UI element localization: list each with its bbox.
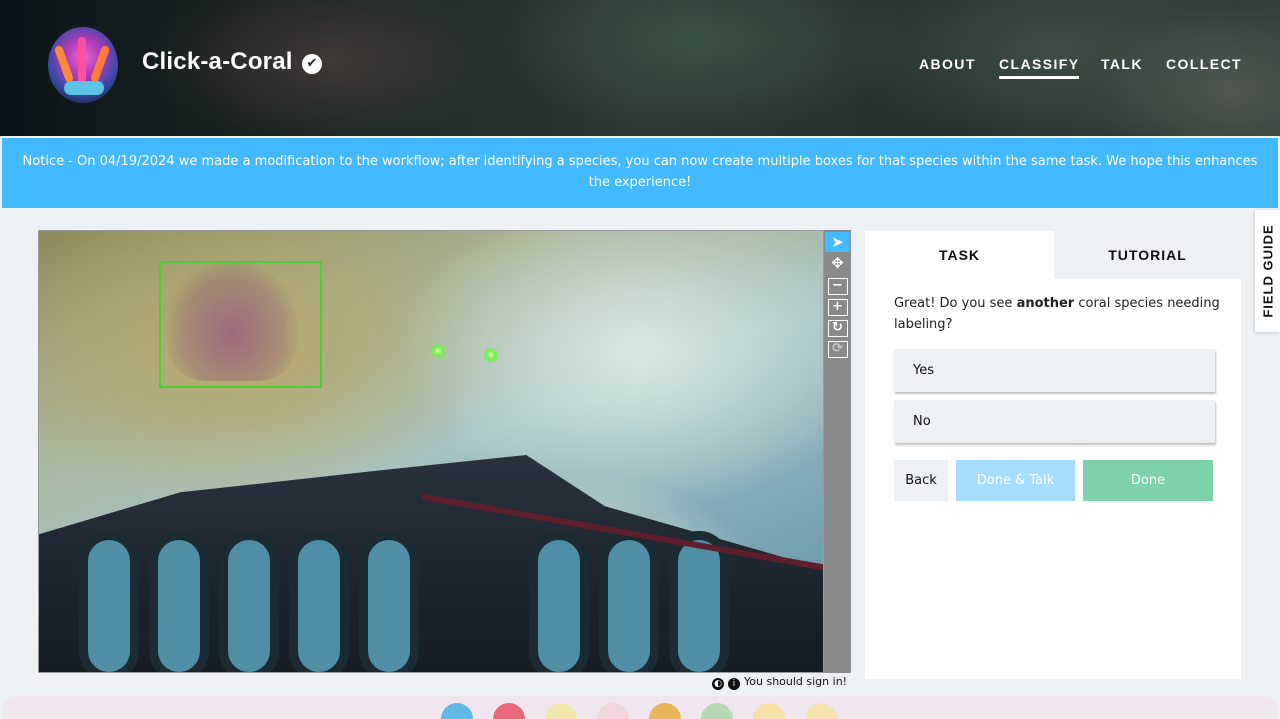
- move-tool-glyph: ✥: [831, 254, 844, 272]
- annotate-tool-glyph: ➤: [831, 233, 844, 251]
- rov-hose: [529, 531, 589, 672]
- task-question: Great! Do you see another coral species …: [894, 293, 1224, 335]
- back-button[interactable]: Back: [894, 460, 948, 501]
- rov-hose: [219, 531, 279, 672]
- tab-tutorial[interactable]: TUTORIAL: [1054, 231, 1241, 279]
- move-icon[interactable]: ✥: [825, 253, 850, 273]
- nav-talk[interactable]: TALK: [1101, 56, 1143, 72]
- viewer-toolbar: ➤ ✥ − + ↻ ⟳: [824, 230, 851, 673]
- laser-dot: [430, 343, 446, 359]
- question-prefix: Great! Do you see: [894, 296, 1017, 311]
- viewer-footer: ◐ i You should sign in!: [712, 675, 847, 690]
- rotate-icon[interactable]: ↻: [825, 316, 850, 337]
- sign-in-prompt[interactable]: You should sign in!: [744, 675, 847, 688]
- laser-dot: [483, 347, 499, 363]
- reset-glyph: ⟳: [827, 341, 848, 358]
- rov-hose: [359, 531, 419, 672]
- rov-hose: [149, 531, 209, 672]
- zoom-out-glyph: −: [827, 278, 848, 295]
- rotate-glyph: ↻: [827, 320, 848, 337]
- info-icon[interactable]: i: [728, 678, 740, 690]
- minus-icon[interactable]: −: [825, 274, 850, 295]
- project-logo[interactable]: [48, 27, 118, 103]
- invert-icon[interactable]: ◐: [712, 678, 724, 690]
- project-title[interactable]: Click-a-Coral: [142, 48, 293, 76]
- notice-text: Notice - On 04/19/2024 we made a modific…: [22, 154, 1258, 190]
- field-guide-tab[interactable]: FIELD GUIDE: [1255, 210, 1280, 332]
- nav-collect[interactable]: COLLECT: [1166, 56, 1242, 72]
- rov-hose: [79, 531, 139, 672]
- annotation-box[interactable]: [159, 261, 322, 388]
- task-panel: TASK TUTORIAL Great! Do you see another …: [865, 231, 1241, 679]
- answer-no-button[interactable]: No: [894, 400, 1215, 443]
- zoom-in-glyph: +: [827, 299, 848, 316]
- notice-banner: Notice - On 04/19/2024 we made a modific…: [2, 138, 1278, 208]
- done-and-talk-button[interactable]: Done & Talk: [956, 460, 1075, 501]
- nav-classify[interactable]: CLASSIFY: [999, 56, 1080, 79]
- nav-about[interactable]: ABOUT: [919, 56, 976, 72]
- site-header: Click-a-Coral ✔ ABOUT CLASSIFY TALK COLL…: [0, 0, 1280, 136]
- plus-icon[interactable]: +: [825, 295, 850, 316]
- question-emphasis: another: [1016, 296, 1075, 311]
- done-button[interactable]: Done: [1083, 460, 1213, 501]
- field-guide-label: FIELD GUIDE: [1260, 224, 1275, 318]
- taskbar-dock: [2, 696, 1278, 719]
- rov-hose: [289, 531, 349, 672]
- cursor-icon[interactable]: ➤: [825, 232, 850, 252]
- subject-image[interactable]: [38, 230, 824, 673]
- reset-icon[interactable]: ⟳: [825, 337, 850, 358]
- tab-task[interactable]: TASK: [865, 231, 1054, 279]
- verified-badge-icon: ✔: [302, 54, 322, 74]
- answer-yes-button[interactable]: Yes: [894, 349, 1215, 392]
- rov-hose: [599, 531, 659, 672]
